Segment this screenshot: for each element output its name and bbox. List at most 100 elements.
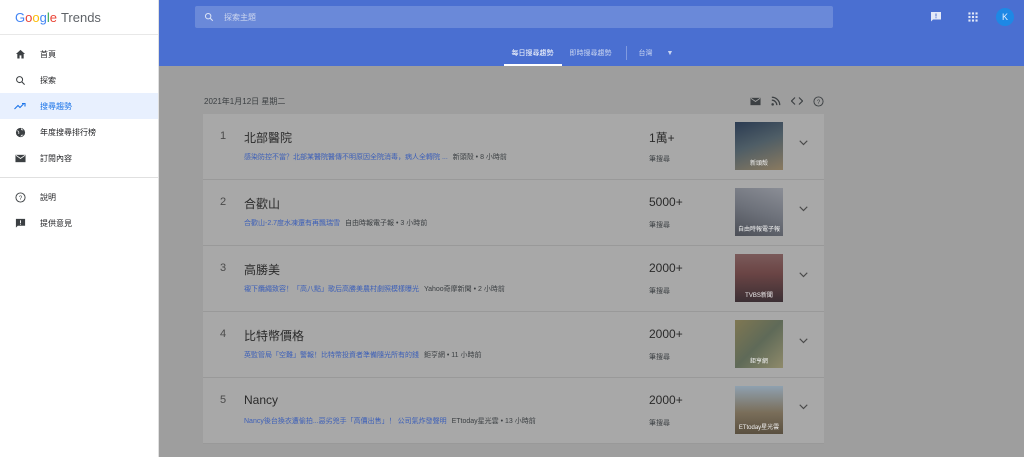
article-link[interactable]: 襯下纜繩致容！「高八點」歌后高勝美農村劇照模樣曝光 <box>244 286 419 293</box>
tab-daily-trends[interactable]: 每日搜尋趨勢 <box>503 40 562 66</box>
trend-rank: 3 <box>220 262 227 274</box>
trend-article: 襯下纜繩致容！「高八點」歌后高勝美農村劇照模樣曝光 Yahoo奇摩新聞 • 2 … <box>244 284 505 294</box>
logo-trends-text: Trends <box>60 9 101 25</box>
top-icons: K <box>930 8 1014 26</box>
trend-term[interactable]: Nancy <box>244 393 278 407</box>
article-source: Yahoo奇摩新聞 • 2 小時前 <box>423 286 505 293</box>
expand-chevron-icon[interactable] <box>799 404 808 410</box>
article-link[interactable]: 感染防控不當？北部某醫院醫傳不明原因全院消毒，病人全轉院 ... <box>244 154 448 161</box>
news-thumbnail[interactable]: TVBS新聞 <box>735 254 783 302</box>
main-content: 2021年1月12日 星期二 ? 1 北部醫院 感染防控不當？北部某醫院醫傳不明… <box>159 66 1024 457</box>
article-link[interactable]: 合歡山-2.7度水凍還有再飄瑞雪 <box>244 220 340 227</box>
trending-icon <box>13 99 27 113</box>
sidebar-item-label: 訂閱內容 <box>40 153 72 163</box>
trend-row[interactable]: 4 比特幣價格 英監管局「空難」警報！比特幣投資者準備隨光所有的錢 鉅亨網 • … <box>203 312 824 378</box>
trend-tabs: 每日搜尋趨勢 即時搜尋趨勢 台灣 ▼ <box>159 40 1024 66</box>
article-link[interactable]: Nancy後台換衣遭偷拍...惡劣兇手「高價出售」！ 公司氣炸發聲明 <box>244 418 447 425</box>
trend-row[interactable]: 3 高勝美 襯下纜繩致容！「高八點」歌后高勝美農村劇照模樣曝光 Yahoo奇摩新… <box>203 246 824 312</box>
logo-google-text: Google <box>15 9 57 25</box>
article-source: 新頭殼 • 8 小時前 <box>452 154 507 161</box>
article-link[interactable]: 英監管局「空難」警報！比特幣投資者準備隨光所有的錢 <box>244 352 419 359</box>
rss-icon[interactable] <box>771 96 781 106</box>
help-icon[interactable]: ? <box>813 95 824 107</box>
date-row: 2021年1月12日 星期二 ? <box>204 94 824 108</box>
article-source: 自由時報電子報 • 3 小時前 <box>345 220 428 227</box>
trend-rank: 2 <box>220 196 227 208</box>
news-thumbnail[interactable]: 鉅亨網 <box>735 320 783 368</box>
avatar[interactable]: K <box>996 8 1014 26</box>
trend-row[interactable]: 1 北部醫院 感染防控不當？北部某醫院醫傳不明原因全院消毒，病人全轉院 ... … <box>203 114 824 180</box>
expand-chevron-icon[interactable] <box>799 272 808 278</box>
trend-term[interactable]: 合歡山 <box>244 195 280 212</box>
sidebar: Google Trends 首頁 探索 搜尋趨勢 年度搜尋排行榜 訂閱內容 ? … <box>0 0 159 457</box>
tab-divider <box>625 46 627 60</box>
google-trends-logo[interactable]: Google Trends <box>0 0 158 35</box>
expand-chevron-icon[interactable] <box>799 338 808 344</box>
thumbnail-caption: ETtoday星光雲 <box>738 425 780 431</box>
help-icon: ? <box>13 190 27 204</box>
apps-grid-icon[interactable] <box>968 12 978 22</box>
expand-chevron-icon[interactable] <box>799 206 808 212</box>
trend-row[interactable]: 5 Nancy Nancy後台換衣遭偷拍...惡劣兇手「高價出售」！ 公司氣炸發… <box>203 378 824 444</box>
date-heading: 2021年1月12日 星期二 <box>204 96 286 106</box>
sidebar-item-trending[interactable]: 搜尋趨勢 <box>0 93 158 119</box>
search-box[interactable] <box>195 6 833 28</box>
sidebar-item-label: 搜尋趨勢 <box>40 101 72 111</box>
region-select[interactable]: 台灣 ▼ <box>633 48 680 58</box>
trend-term[interactable]: 北部醫院 <box>244 129 292 146</box>
feedback-icon <box>13 216 27 230</box>
trend-article: 合歡山-2.7度水凍還有再飄瑞雪 自由時報電子報 • 3 小時前 <box>244 218 427 228</box>
search-count-label: 筆搜尋 <box>649 354 670 361</box>
share-icons: ? <box>750 95 824 107</box>
thumbnail-caption: TVBS新聞 <box>745 293 773 299</box>
sidebar-item-label: 探索 <box>40 75 56 85</box>
trend-term[interactable]: 高勝美 <box>244 261 280 278</box>
search-count-label: 筆搜尋 <box>649 156 670 163</box>
sidebar-item-explore[interactable]: 探索 <box>0 67 158 93</box>
search-count-label: 筆搜尋 <box>649 222 670 229</box>
region-label: 台灣 <box>638 50 653 57</box>
mail-icon[interactable] <box>750 97 761 106</box>
sidebar-item-label: 說明 <box>40 192 56 202</box>
sidebar-item-label: 提供意見 <box>40 218 72 228</box>
expand-chevron-icon[interactable] <box>799 140 808 146</box>
trend-term[interactable]: 比特幣價格 <box>244 327 304 344</box>
tab-realtime-trends[interactable]: 即時搜尋趨勢 <box>562 40 620 66</box>
news-thumbnail[interactable]: 自由時報電子報 <box>735 188 783 236</box>
news-thumbnail[interactable]: ETtoday星光雲 <box>735 386 783 434</box>
article-source: ETtoday星光雲 • 13 小時前 <box>451 418 536 425</box>
thumbnail-caption: 新頭殼 <box>749 161 768 167</box>
trend-rank: 5 <box>220 394 227 406</box>
svg-text:?: ? <box>817 99 821 105</box>
trend-article: 感染防控不當？北部某醫院醫傳不明原因全院消毒，病人全轉院 ... 新頭殼 • 8… <box>244 152 507 162</box>
trend-row[interactable]: 2 合歡山 合歡山-2.7度水凍還有再飄瑞雪 自由時報電子報 • 3 小時前 5… <box>203 180 824 246</box>
sidebar-item-label: 年度搜尋排行榜 <box>40 127 96 137</box>
sidebar-nav: 首頁 探索 搜尋趨勢 年度搜尋排行榜 訂閱內容 ? 說明 提供意見 <box>0 35 158 236</box>
sidebar-item-subscriptions[interactable]: 訂閱內容 <box>0 145 158 171</box>
sidebar-item-home[interactable]: 首頁 <box>0 41 158 67</box>
caret-down-icon: ▼ <box>666 49 674 57</box>
search-count-label: 筆搜尋 <box>649 288 670 295</box>
embed-code-icon[interactable] <box>791 96 803 106</box>
sidebar-item-help[interactable]: ? 說明 <box>0 184 158 210</box>
sidebar-item-label: 首頁 <box>40 49 56 59</box>
search-count: 2000+ <box>649 261 683 275</box>
search-count: 5000+ <box>649 195 683 209</box>
sidebar-item-feedback[interactable]: 提供意見 <box>0 210 158 236</box>
news-thumbnail[interactable]: 新頭殼 <box>735 122 783 170</box>
trend-article: 英監管局「空難」警報！比特幣投資者準備隨光所有的錢 鉅亨網 • 11 小時前 <box>244 350 482 360</box>
mail-icon <box>13 151 27 165</box>
search-icon <box>204 12 214 22</box>
search-input[interactable] <box>224 12 784 22</box>
trend-rank: 4 <box>220 328 227 340</box>
trend-rank: 1 <box>220 130 227 142</box>
feedback-icon[interactable] <box>930 11 942 23</box>
thumbnail-caption: 自由時報電子報 <box>737 227 780 233</box>
trends-list: 1 北部醫院 感染防控不當？北部某醫院醫傳不明原因全院消毒，病人全轉院 ... … <box>203 114 824 444</box>
search-count-label: 筆搜尋 <box>649 420 670 427</box>
trend-article: Nancy後台換衣遭偷拍...惡劣兇手「高價出售」！ 公司氣炸發聲明 ETtod… <box>244 416 536 426</box>
sidebar-divider <box>0 177 158 178</box>
sidebar-item-year-in-search[interactable]: 年度搜尋排行榜 <box>0 119 158 145</box>
thumbnail-caption: 鉅亨網 <box>749 359 768 365</box>
search-count: 2000+ <box>649 393 683 407</box>
